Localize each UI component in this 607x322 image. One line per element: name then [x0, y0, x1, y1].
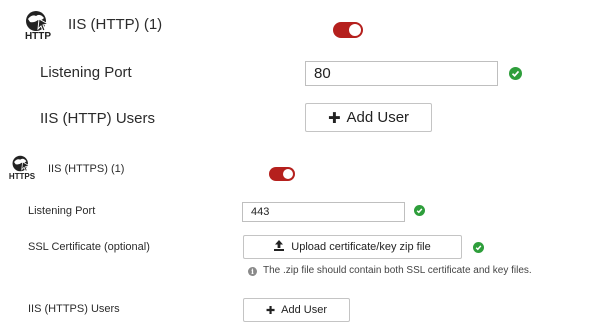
https-add-user-button[interactable]: ✚ Add User	[243, 298, 350, 322]
https-service-title: IIS (HTTPS) (1)	[48, 163, 125, 175]
globe-cursor-icon: HTTPS	[7, 155, 37, 182]
http-add-user-button[interactable]: ✚ Add User	[305, 103, 432, 132]
ssl-valid-check-icon	[473, 242, 484, 253]
plus-icon: ✚	[327, 109, 341, 127]
globe-cursor-icon: HTTP	[20, 10, 56, 42]
http-add-user-label: Add User	[346, 109, 410, 126]
upload-certificate-label: Upload certificate/key zip file	[291, 241, 431, 253]
https-users-label: IIS (HTTPS) Users	[28, 303, 120, 315]
toggle-knob	[349, 24, 361, 36]
upload-icon	[274, 240, 285, 254]
upload-certificate-button[interactable]: Upload certificate/key zip file	[243, 235, 462, 259]
https-listening-port-input[interactable]: 443	[242, 202, 405, 222]
http-service-title: IIS (HTTP) (1)	[68, 16, 163, 33]
http-port-valid-check-icon	[509, 67, 522, 80]
http-enable-toggle[interactable]	[333, 22, 363, 38]
ssl-info-text: The .zip file should contain both SSL ce…	[263, 265, 532, 276]
https-enable-toggle[interactable]	[269, 167, 295, 181]
ssl-certificate-label: SSL Certificate (optional)	[28, 241, 150, 253]
https-icon-caption: HTTPS	[8, 172, 36, 181]
plus-icon: ✚	[265, 304, 276, 317]
http-users-label: IIS (HTTP) Users	[40, 110, 155, 127]
https-port-valid-check-icon	[414, 205, 425, 216]
http-listening-port-input[interactable]: 80	[305, 61, 498, 86]
https-add-user-label: Add User	[281, 304, 328, 316]
http-listening-port-label: Listening Port	[40, 64, 132, 81]
toggle-knob	[283, 169, 293, 179]
info-icon: i	[248, 267, 257, 276]
http-icon-caption: HTTP	[24, 31, 52, 42]
https-listening-port-label: Listening Port	[28, 205, 96, 217]
